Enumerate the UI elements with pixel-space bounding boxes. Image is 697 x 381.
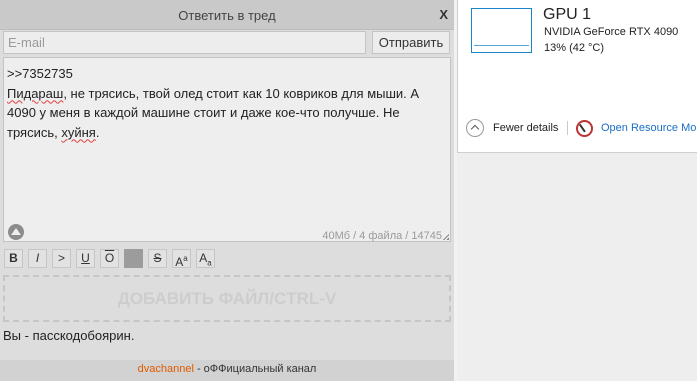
bold-button[interactable]: B bbox=[4, 249, 23, 268]
message-quote-link: >>7352735 bbox=[7, 66, 73, 81]
chevron-up-icon bbox=[466, 119, 484, 137]
message-text[interactable]: >>7352735 Пидараш, не трясись, твой олед… bbox=[7, 64, 443, 142]
reply-header: Ответить в тред X bbox=[0, 0, 454, 30]
spoiler-button[interactable] bbox=[124, 249, 143, 268]
footer: dvachannel - оФФициальный канал bbox=[0, 360, 454, 381]
resize-handle-icon[interactable] bbox=[442, 233, 449, 240]
superscript-button[interactable]: Aa bbox=[172, 249, 191, 269]
channel-link[interactable]: dvachannel bbox=[138, 363, 194, 375]
task-manager-panel: GPU 1 NVIDIA GeForce RTX 4090 13% (42 °C… bbox=[457, 0, 697, 153]
footer-text: dvachannel - оФФициальный канал bbox=[0, 363, 454, 375]
reply-title: Ответить в тред bbox=[178, 8, 276, 23]
underline-button[interactable]: U bbox=[76, 249, 95, 268]
gpu-usage: 13% (42 °C) bbox=[544, 42, 605, 54]
gpu-usage-graph[interactable] bbox=[471, 8, 532, 53]
message-textarea[interactable]: >>7352735 Пидараш, не трясись, твой олед… bbox=[3, 57, 451, 242]
gpu-model: NVIDIA GeForce RTX 4090 bbox=[544, 26, 679, 38]
overline-button[interactable]: O bbox=[100, 249, 119, 268]
sage-icon[interactable] bbox=[8, 224, 24, 240]
gpu-name: GPU 1 bbox=[543, 6, 592, 23]
gpu-usage-line bbox=[474, 45, 529, 46]
separator bbox=[567, 121, 568, 135]
send-button[interactable]: Отправить bbox=[372, 31, 450, 54]
task-manager-clip: GPU 1 NVIDIA GeForce RTX 4090 13% (42 °C… bbox=[458, 0, 697, 153]
message-body: Пидараш, не трясись, твой олед стоит как… bbox=[7, 84, 443, 143]
misspelled-word: Пидараш bbox=[7, 85, 64, 101]
file-dropzone[interactable]: ДОБАВИТЬ ФАЙЛ/CTRL-V bbox=[3, 275, 451, 322]
email-field[interactable] bbox=[3, 31, 366, 54]
strikethrough-button[interactable]: S bbox=[148, 249, 167, 268]
reply-form: Ответить в тред X Отправить >>7352735 Пи… bbox=[0, 0, 454, 381]
upload-limits: 40Мб / 4 файла / 14745 bbox=[322, 230, 442, 242]
resource-monitor-label: Open Resource Monitor bbox=[601, 122, 697, 134]
superscript-small: a bbox=[183, 254, 188, 263]
fewer-details-label: Fewer details bbox=[493, 122, 559, 134]
footer-caption: - оФФициальный канал bbox=[193, 363, 317, 375]
italic-button[interactable]: I bbox=[28, 249, 47, 268]
message-body-end: . bbox=[95, 124, 100, 140]
subscript-button[interactable]: Aa bbox=[196, 249, 215, 268]
misspelled-word: хуйня bbox=[61, 124, 96, 140]
close-icon[interactable]: X bbox=[439, 7, 448, 22]
resource-monitor-icon bbox=[576, 120, 593, 137]
subscript-small: a bbox=[207, 258, 212, 268]
quote-button[interactable]: > bbox=[52, 249, 71, 268]
passcode-note: Вы - пасскодобоярин. bbox=[3, 328, 135, 343]
